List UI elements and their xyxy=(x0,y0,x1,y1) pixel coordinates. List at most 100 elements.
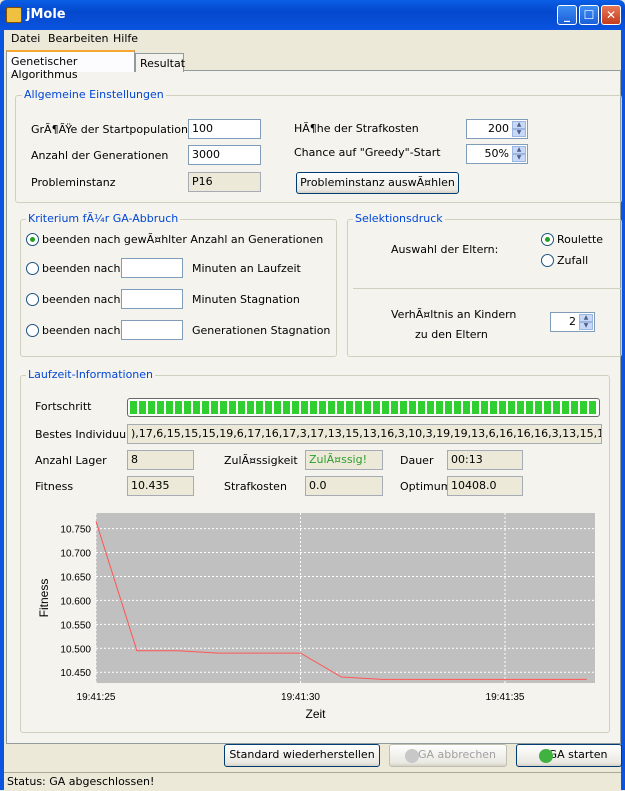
abort-criterion-title: Kriterium fÃ¼r GA-Abbruch xyxy=(26,212,181,225)
y-tick-label: 10.700 xyxy=(60,549,91,560)
close-button[interactable]: ✕ xyxy=(601,5,621,25)
spin-down-icon[interactable]: ▼ xyxy=(512,154,526,162)
ratio-value: 2 xyxy=(569,315,576,328)
optimum-field: 10408.0 xyxy=(447,476,523,496)
maximize-button[interactable]: ☐ xyxy=(579,5,599,25)
y-axis-ticks: 10.450 10.500 10.550 10.600 10.650 10.700 10.7… xyxy=(60,525,91,680)
abort-stagnation-minutes-label: beenden nach xyxy=(42,293,121,306)
penalty-spin-buttons[interactable]: ▲ ▼ xyxy=(512,121,526,137)
random-radio[interactable] xyxy=(541,254,554,267)
progress-fill xyxy=(130,401,597,414)
duration-field: 00:13 xyxy=(447,450,523,470)
abort-stagnation-minutes-unit: Minuten Stagnation xyxy=(192,293,300,306)
penalty-cost-label: Strafkosten xyxy=(224,480,287,493)
abort-runtime-radio[interactable] xyxy=(26,262,39,275)
instance-field: P16 xyxy=(188,172,261,192)
generations-label: Anzahl der Generationen xyxy=(31,149,169,162)
spin-down-icon[interactable]: ▼ xyxy=(512,129,526,137)
choose-instance-button[interactable]: Probleminstanz auswÃ¤hlen xyxy=(296,172,459,194)
abort-ga-button[interactable]: GA abbrechen xyxy=(389,744,507,767)
x-axis-ticks: 19:41:25 19:41:30 19:41:35 xyxy=(77,692,525,703)
penalty-cost-field: 0.0 xyxy=(305,476,383,496)
parents-label: Auswahl der Eltern: xyxy=(391,243,499,256)
title-bar: jMole _ ☐ ✕ xyxy=(0,0,625,30)
fitness-chart: 10.450 10.500 10.550 10.600 10.650 10.700 10.7… xyxy=(37,513,595,720)
x-tick-label: 19:41:30 xyxy=(281,692,320,703)
penalty-value: 200 xyxy=(488,122,509,135)
greedy-label: Chance auf "Greedy"-Start xyxy=(294,146,441,159)
y-tick-label: 10.500 xyxy=(60,644,91,655)
x-tick-label: 19:41:25 xyxy=(77,692,116,703)
abort-stagnation-minutes-radio[interactable] xyxy=(26,293,39,306)
start-ga-label: GA starten xyxy=(548,748,608,761)
ratio-spin-buttons[interactable]: ▲ ▼ xyxy=(579,314,593,330)
abort-generations-label: beenden nach gewÃ¤hlter Anzahl an Genera… xyxy=(42,233,324,246)
ratio-label-line2: zu den Eltern xyxy=(415,328,488,341)
menu-hilfe[interactable]: Hilfe xyxy=(113,32,138,45)
spin-up-icon[interactable]: ▲ xyxy=(512,121,526,129)
storage-label: Anzahl Lager xyxy=(35,454,107,467)
status-text: Status: GA abgeschlossen! xyxy=(7,775,155,788)
maximize-icon: ☐ xyxy=(583,8,595,22)
runtime-title: Laufzeit-Informationen xyxy=(26,368,156,381)
penalty-label: HÃ¶he der Strafkosten xyxy=(294,122,419,135)
validity-field: ZulÃ¤ssig! xyxy=(305,450,383,470)
selection-title: Selektionsdruck xyxy=(353,212,445,225)
validity-label: ZulÃ¤ssigkeit xyxy=(224,454,298,467)
status-bar: Status: GA abgeschlossen! xyxy=(4,772,621,791)
spin-down-icon[interactable]: ▼ xyxy=(579,322,593,330)
spin-up-icon[interactable]: ▲ xyxy=(579,314,593,322)
spin-up-icon[interactable]: ▲ xyxy=(512,146,526,154)
best-individual-field: ),17,6,15,15,15,19,6,17,16,17,3,17,13,15… xyxy=(127,424,602,444)
roulette-label: Roulette xyxy=(557,233,604,246)
abort-stagnation-generations-unit: Generationen Stagnation xyxy=(192,324,331,337)
restore-defaults-button[interactable]: Standard wiederherstellen xyxy=(224,744,380,767)
selection-divider xyxy=(353,288,621,289)
abort-runtime-label: beenden nach xyxy=(42,262,121,275)
greedy-spinner[interactable]: 50% ▲ ▼ xyxy=(466,144,528,164)
abort-stagnation-generations-radio[interactable] xyxy=(26,324,39,337)
tab-result[interactable]: Resultat xyxy=(135,53,185,72)
abort-runtime-input[interactable] xyxy=(121,258,183,278)
instance-label: Probleminstanz xyxy=(31,176,116,189)
y-tick-label: 10.550 xyxy=(60,620,91,631)
ratio-label-line1: VerhÃ¤ltnis an Kindern xyxy=(391,308,517,321)
menu-datei[interactable]: Datei xyxy=(11,32,40,45)
app-icon xyxy=(6,7,22,23)
fitness-label: Fitness xyxy=(35,480,74,493)
abort-stagnation-minutes-input[interactable] xyxy=(121,289,183,309)
penalty-spinner[interactable]: 200 ▲ ▼ xyxy=(466,119,528,139)
y-axis-label: Fitness xyxy=(37,579,51,618)
close-icon: ✕ xyxy=(605,8,617,22)
generations-input[interactable]: 3000 xyxy=(188,145,261,165)
greedy-spin-buttons[interactable]: ▲ ▼ xyxy=(512,146,526,162)
tab-genetic-algorithm[interactable]: Genetischer Algorithmus xyxy=(6,50,135,81)
window-title: jMole xyxy=(26,7,66,22)
x-tick-label: 19:41:35 xyxy=(486,692,525,703)
minimize-button[interactable]: _ xyxy=(557,5,577,25)
storage-field: 8 xyxy=(127,450,194,470)
abort-stagnation-generations-input[interactable] xyxy=(121,320,183,340)
fitness-field: 10.435 xyxy=(127,476,194,496)
start-ga-button[interactable]: GA starten xyxy=(516,744,622,767)
abort-stagnation-generations-label: beenden nach xyxy=(42,324,121,337)
y-tick-label: 10.750 xyxy=(60,525,91,536)
minimize-icon: _ xyxy=(564,8,570,22)
population-label: GrÃ¶ÃŸe der Startpopulation xyxy=(31,123,188,136)
abort-runtime-unit: Minuten an Laufzeit xyxy=(192,262,301,275)
progress-label: Fortschritt xyxy=(35,400,92,413)
x-axis-label: Zeit xyxy=(305,707,326,720)
window-border-left xyxy=(0,30,4,790)
greedy-value: 50% xyxy=(484,147,509,160)
stop-icon xyxy=(405,749,419,763)
abort-generations-radio[interactable] xyxy=(26,233,39,246)
y-tick-label: 10.450 xyxy=(60,668,91,679)
optimum-label: Optimum xyxy=(400,480,452,493)
y-tick-label: 10.600 xyxy=(60,596,91,607)
roulette-radio[interactable] xyxy=(541,233,554,246)
ratio-spinner[interactable]: 2 ▲ ▼ xyxy=(550,312,595,332)
random-label: Zufall xyxy=(557,254,589,267)
menu-bearbeiten[interactable]: Bearbeiten xyxy=(48,32,108,45)
y-tick-label: 10.650 xyxy=(60,572,91,583)
population-input[interactable]: 100 xyxy=(188,119,261,139)
